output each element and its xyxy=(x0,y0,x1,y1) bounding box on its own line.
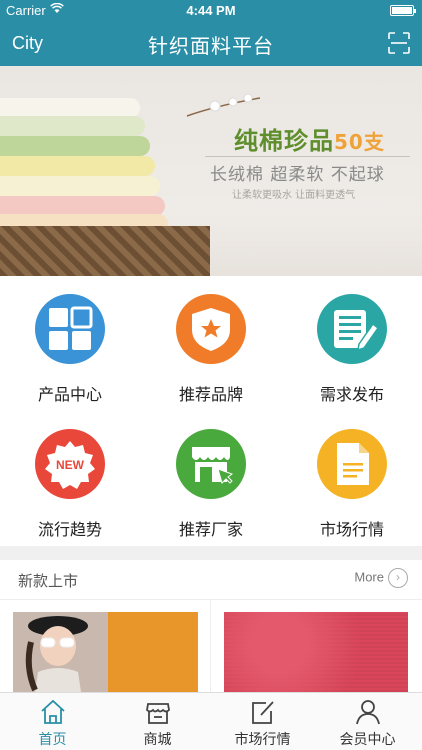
card-divider xyxy=(210,600,211,692)
grid-item-label: 市场行情 xyxy=(319,520,384,539)
product-card-red-fabric[interactable] xyxy=(224,612,408,692)
product-center-icon xyxy=(35,294,105,364)
wicker-basket-image xyxy=(0,226,210,276)
header: Carrier 4:44 PM City 针织面料平台 xyxy=(0,0,422,66)
new-arrivals-header: 新款上市 More › xyxy=(0,560,422,600)
clock: 4:44 PM xyxy=(186,3,236,18)
demand-publish-icon xyxy=(317,294,387,364)
product-card[interactable] xyxy=(13,612,198,692)
grid-item-recommended-factory[interactable]: 推荐厂家 xyxy=(141,411,281,546)
grid-item-market[interactable]: 市场行情 xyxy=(282,411,422,546)
towel-fold-cream xyxy=(0,176,160,196)
cotton-branch-icon xyxy=(186,93,261,117)
grid-item-demand-publish[interactable]: 需求发布 xyxy=(282,276,422,411)
feature-grid: 产品中心 推荐品牌 需求发布 NEW 流行趋势 推荐厂家 市场行情 xyxy=(0,276,422,546)
tab-market[interactable]: 市场行情 xyxy=(210,693,315,750)
status-bar: Carrier 4:44 PM xyxy=(0,0,422,22)
tab-label: 市场行情 xyxy=(234,732,291,748)
recommended-factory-icon xyxy=(176,429,246,499)
user-icon xyxy=(356,700,380,725)
banner-headline: 纯棉珍品50支 xyxy=(234,127,385,155)
store-icon xyxy=(146,703,170,724)
grid-item-label: 流行趋势 xyxy=(37,520,102,539)
promo-banner[interactable]: 纯棉珍品50支 长绒棉 超柔软 不起球 让柔软更吸水 让面料更透气 xyxy=(0,66,422,276)
edit-icon xyxy=(252,701,274,724)
more-link[interactable]: More › xyxy=(354,568,408,588)
section-separator xyxy=(0,546,422,560)
grid-item-recommended-brand[interactable]: 推荐品牌 xyxy=(141,276,281,411)
towel-fold-yellow xyxy=(0,156,155,176)
banner-divider xyxy=(205,156,410,157)
towel-fold-green xyxy=(0,116,145,136)
tab-label: 首页 xyxy=(38,732,67,748)
tab-store[interactable]: 商城 xyxy=(105,693,210,750)
tab-member[interactable]: 会员中心 xyxy=(315,693,420,750)
nav-bar: City 针织面料平台 xyxy=(0,22,422,66)
towel-fold-lime xyxy=(0,136,150,156)
banner-fine-print: 让柔软更吸水 让面料更透气 xyxy=(232,190,356,201)
towel-stack-image xyxy=(0,98,140,118)
tab-bar: 首页 商城 市场行情 会员中心 xyxy=(0,692,422,750)
new-arrivals-title: 新款上市 xyxy=(18,572,79,590)
grid-item-trends[interactable]: NEW 流行趋势 xyxy=(0,411,140,546)
trend-new-icon: NEW xyxy=(35,429,105,499)
grid-item-label: 需求发布 xyxy=(319,385,384,404)
page-title: 针织面料平台 xyxy=(148,34,274,58)
towel-fold-pink xyxy=(0,196,165,216)
banner-subtitle: 长绒棉 超柔软 不起球 xyxy=(210,165,385,185)
battery-icon xyxy=(390,5,416,16)
tab-home[interactable]: 首页 xyxy=(0,693,105,750)
home-icon xyxy=(41,699,65,724)
svg-text:NEW: NEW xyxy=(56,458,85,472)
product-image-girl xyxy=(13,612,108,692)
recommended-brand-icon xyxy=(176,294,246,364)
market-document-icon xyxy=(317,429,387,499)
tab-label: 商城 xyxy=(143,732,172,748)
grid-item-label: 推荐品牌 xyxy=(178,385,243,404)
tab-label: 会员中心 xyxy=(339,732,396,748)
arrow-right-icon: › xyxy=(388,568,408,588)
product-image-orange-fabric xyxy=(108,612,198,692)
scan-icon[interactable] xyxy=(388,32,410,54)
new-arrivals-list xyxy=(0,600,422,692)
grid-item-label: 推荐厂家 xyxy=(178,520,243,539)
grid-item-label: 产品中心 xyxy=(37,385,102,404)
grid-item-product-center[interactable]: 产品中心 xyxy=(0,276,140,411)
